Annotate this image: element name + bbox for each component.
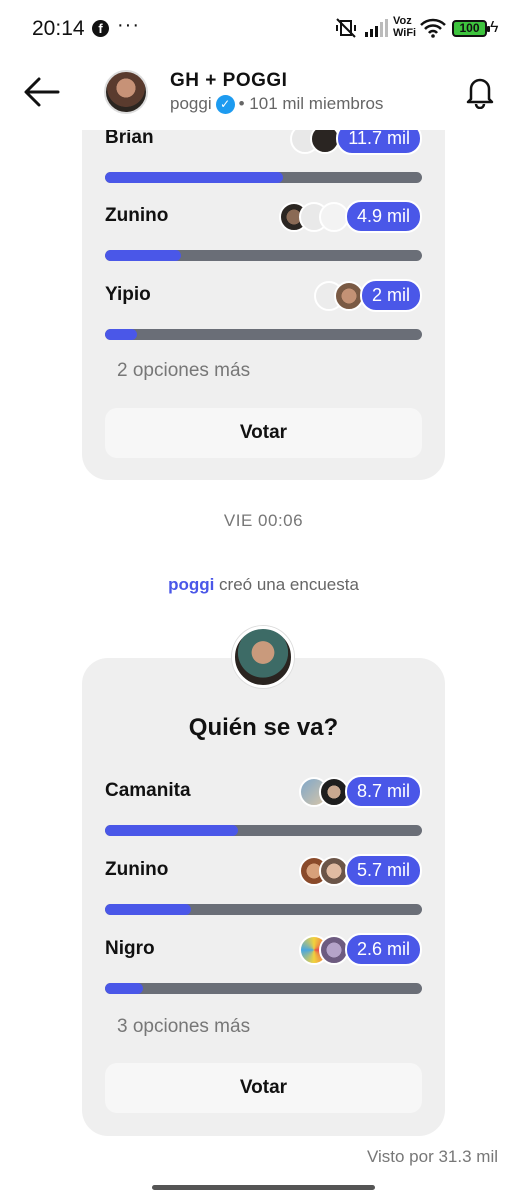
vote-bar [105,983,422,994]
vote-bar-fill [105,983,144,994]
poll-created-notice: poggi creó una encuesta [0,575,527,595]
members-count: • 101 mil miembros [238,94,384,113]
home-indicator[interactable] [152,1185,375,1190]
vote-bar [105,825,422,836]
option-voters: 5.7 mil [298,854,422,887]
vote-bar-fill [105,329,137,340]
vote-bar [105,329,422,340]
more-options-link[interactable]: 3 opciones más [117,1016,250,1038]
vote-bar [105,250,422,261]
vote-count: 5.7 mil [344,854,422,887]
vote-count: 8.7 mil [344,775,422,808]
bell-icon[interactable] [462,73,498,109]
option-voters: 8.7 mil [298,775,422,808]
option-voters: 2 mil [313,279,422,312]
vote-bar-fill [105,250,182,261]
vote-count: 4.9 mil [344,200,422,233]
option-voters: 2.6 mil [298,933,422,966]
status-bar: 20:14 f ··· Voz WiFi 100 ϟ [0,0,527,60]
back-arrow-icon[interactable] [22,74,62,110]
vote-bar-fill [105,904,191,915]
wifi-icon [420,18,446,38]
poll-question: Quién se va? [188,714,339,741]
seen-by-count: Visto por 31.3 mil [366,1147,498,1166]
vote-button[interactable]: Votar [105,1063,422,1113]
vowifi-label: Voz WiFi [393,15,417,39]
vote-bar-fill [105,825,239,836]
charging-icon: ϟ [490,19,499,36]
owner-name: poggi [170,94,212,113]
vote-button[interactable]: Votar [105,408,422,458]
group-title[interactable]: GH + POGGI [170,70,287,92]
vibrate-mute-icon [336,18,356,38]
option-label: Yipio [105,284,151,305]
vote-count: 2 mil [359,279,422,312]
option-label: Zunino [105,859,169,880]
facebook-icon: f [92,20,109,37]
author-link[interactable]: poggi [168,575,214,594]
option-label: Camanita [105,780,191,801]
poll-card: Quién se va? Camanita 8.7 mil Zunino 5.7… [82,658,445,1136]
option-voters: 4.9 mil [278,200,422,233]
poll-author-avatar[interactable] [232,626,294,688]
more-notifications-icon: ··· [117,14,140,36]
option-label: Zunino [105,205,169,226]
chat-header: GH + POGGI poggi ✓ • 101 mil miembros [0,60,527,130]
created-text: creó una encuesta [214,575,359,594]
battery-indicator: 100 [452,20,490,37]
poll-option[interactable]: Zunino 5.7 mil [105,854,422,919]
vote-count: 2.6 mil [344,933,422,966]
status-time: 20:14 [32,17,85,40]
vote-bar [105,904,422,915]
option-label: Brian [105,127,154,148]
message-timestamp: VIE 00:06 [223,511,304,530]
vote-bar [105,172,422,183]
group-subtitle: poggi ✓ • 101 mil miembros [170,94,383,114]
poll-option[interactable]: Brian 11.7 mil [105,122,422,187]
more-options-link[interactable]: 2 opciones más [117,360,250,382]
poll-option[interactable]: Camanita 8.7 mil [105,775,422,840]
group-avatar[interactable] [104,70,148,114]
verified-badge-icon: ✓ [215,94,235,114]
signal-icon [365,19,388,37]
poll-option[interactable]: Yipio 2 mil [105,279,422,344]
poll-option[interactable]: Nigro 2.6 mil [105,933,422,998]
vote-bar-fill [105,172,283,183]
poll-option[interactable]: Zunino 4.9 mil [105,200,422,265]
option-label: Nigro [105,938,155,959]
